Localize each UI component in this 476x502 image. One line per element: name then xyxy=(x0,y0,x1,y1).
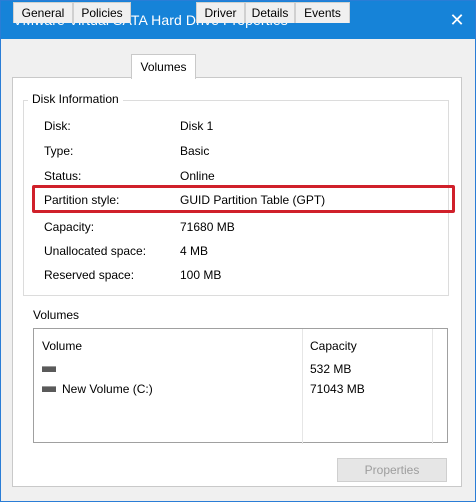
tab-details[interactable]: Details xyxy=(245,2,295,23)
column-header-volume[interactable]: Volume xyxy=(42,339,82,353)
tab-label: Driver xyxy=(204,6,237,20)
reserved-value: 100 MB xyxy=(180,268,222,282)
close-button[interactable]: ✕ xyxy=(439,1,475,39)
tab-events[interactable]: Events xyxy=(295,2,350,23)
capacity-label: Capacity: xyxy=(44,220,95,234)
tab-label: Volumes xyxy=(140,60,187,74)
unallocated-label: Unallocated space: xyxy=(44,244,147,258)
drive-icon xyxy=(42,366,56,372)
tab-volumes[interactable]: Volumes xyxy=(131,54,196,79)
tab-driver[interactable]: Driver xyxy=(196,2,245,23)
disk-label: Disk: xyxy=(44,119,71,133)
type-value: Basic xyxy=(180,144,210,158)
tab-general[interactable]: General xyxy=(13,2,73,23)
properties-button-label: Properties xyxy=(364,463,420,477)
volume-row[interactable]: New Volume (C:) 71043 MB xyxy=(34,380,447,400)
volume-capacity: 71043 MB xyxy=(310,382,365,396)
tab-policies[interactable]: Policies xyxy=(73,2,131,23)
unallocated-value: 4 MB xyxy=(180,244,209,258)
partition-style-label: Partition style: xyxy=(44,193,120,207)
disk-info-title: Disk Information xyxy=(28,92,123,106)
volume-row[interactable]: 532 MB xyxy=(34,360,447,380)
partition-style-value: GUID Partition Table (GPT) xyxy=(180,193,326,207)
properties-button[interactable]: Properties xyxy=(337,458,447,482)
volume-name: New Volume (C:) xyxy=(62,382,153,396)
type-label: Type: xyxy=(44,144,74,158)
close-icon: ✕ xyxy=(449,9,465,30)
volumes-list[interactable]: Volume Capacity 532 MB New Volume (C:) 7… xyxy=(33,328,448,444)
capacity-value: 71680 MB xyxy=(180,220,235,234)
disk-value: Disk 1 xyxy=(180,119,214,133)
tab-label: Events xyxy=(304,6,341,20)
volumes-label: Volumes xyxy=(33,308,80,322)
volume-capacity: 532 MB xyxy=(310,362,352,376)
status-value: Online xyxy=(180,169,215,183)
tab-label: Details xyxy=(251,6,289,20)
tab-label: General xyxy=(21,6,65,20)
status-label: Status: xyxy=(44,169,82,183)
drive-icon xyxy=(42,386,56,392)
tab-label: Policies xyxy=(81,6,123,20)
column-header-capacity[interactable]: Capacity xyxy=(310,339,357,353)
reserved-label: Reserved space: xyxy=(44,268,135,282)
